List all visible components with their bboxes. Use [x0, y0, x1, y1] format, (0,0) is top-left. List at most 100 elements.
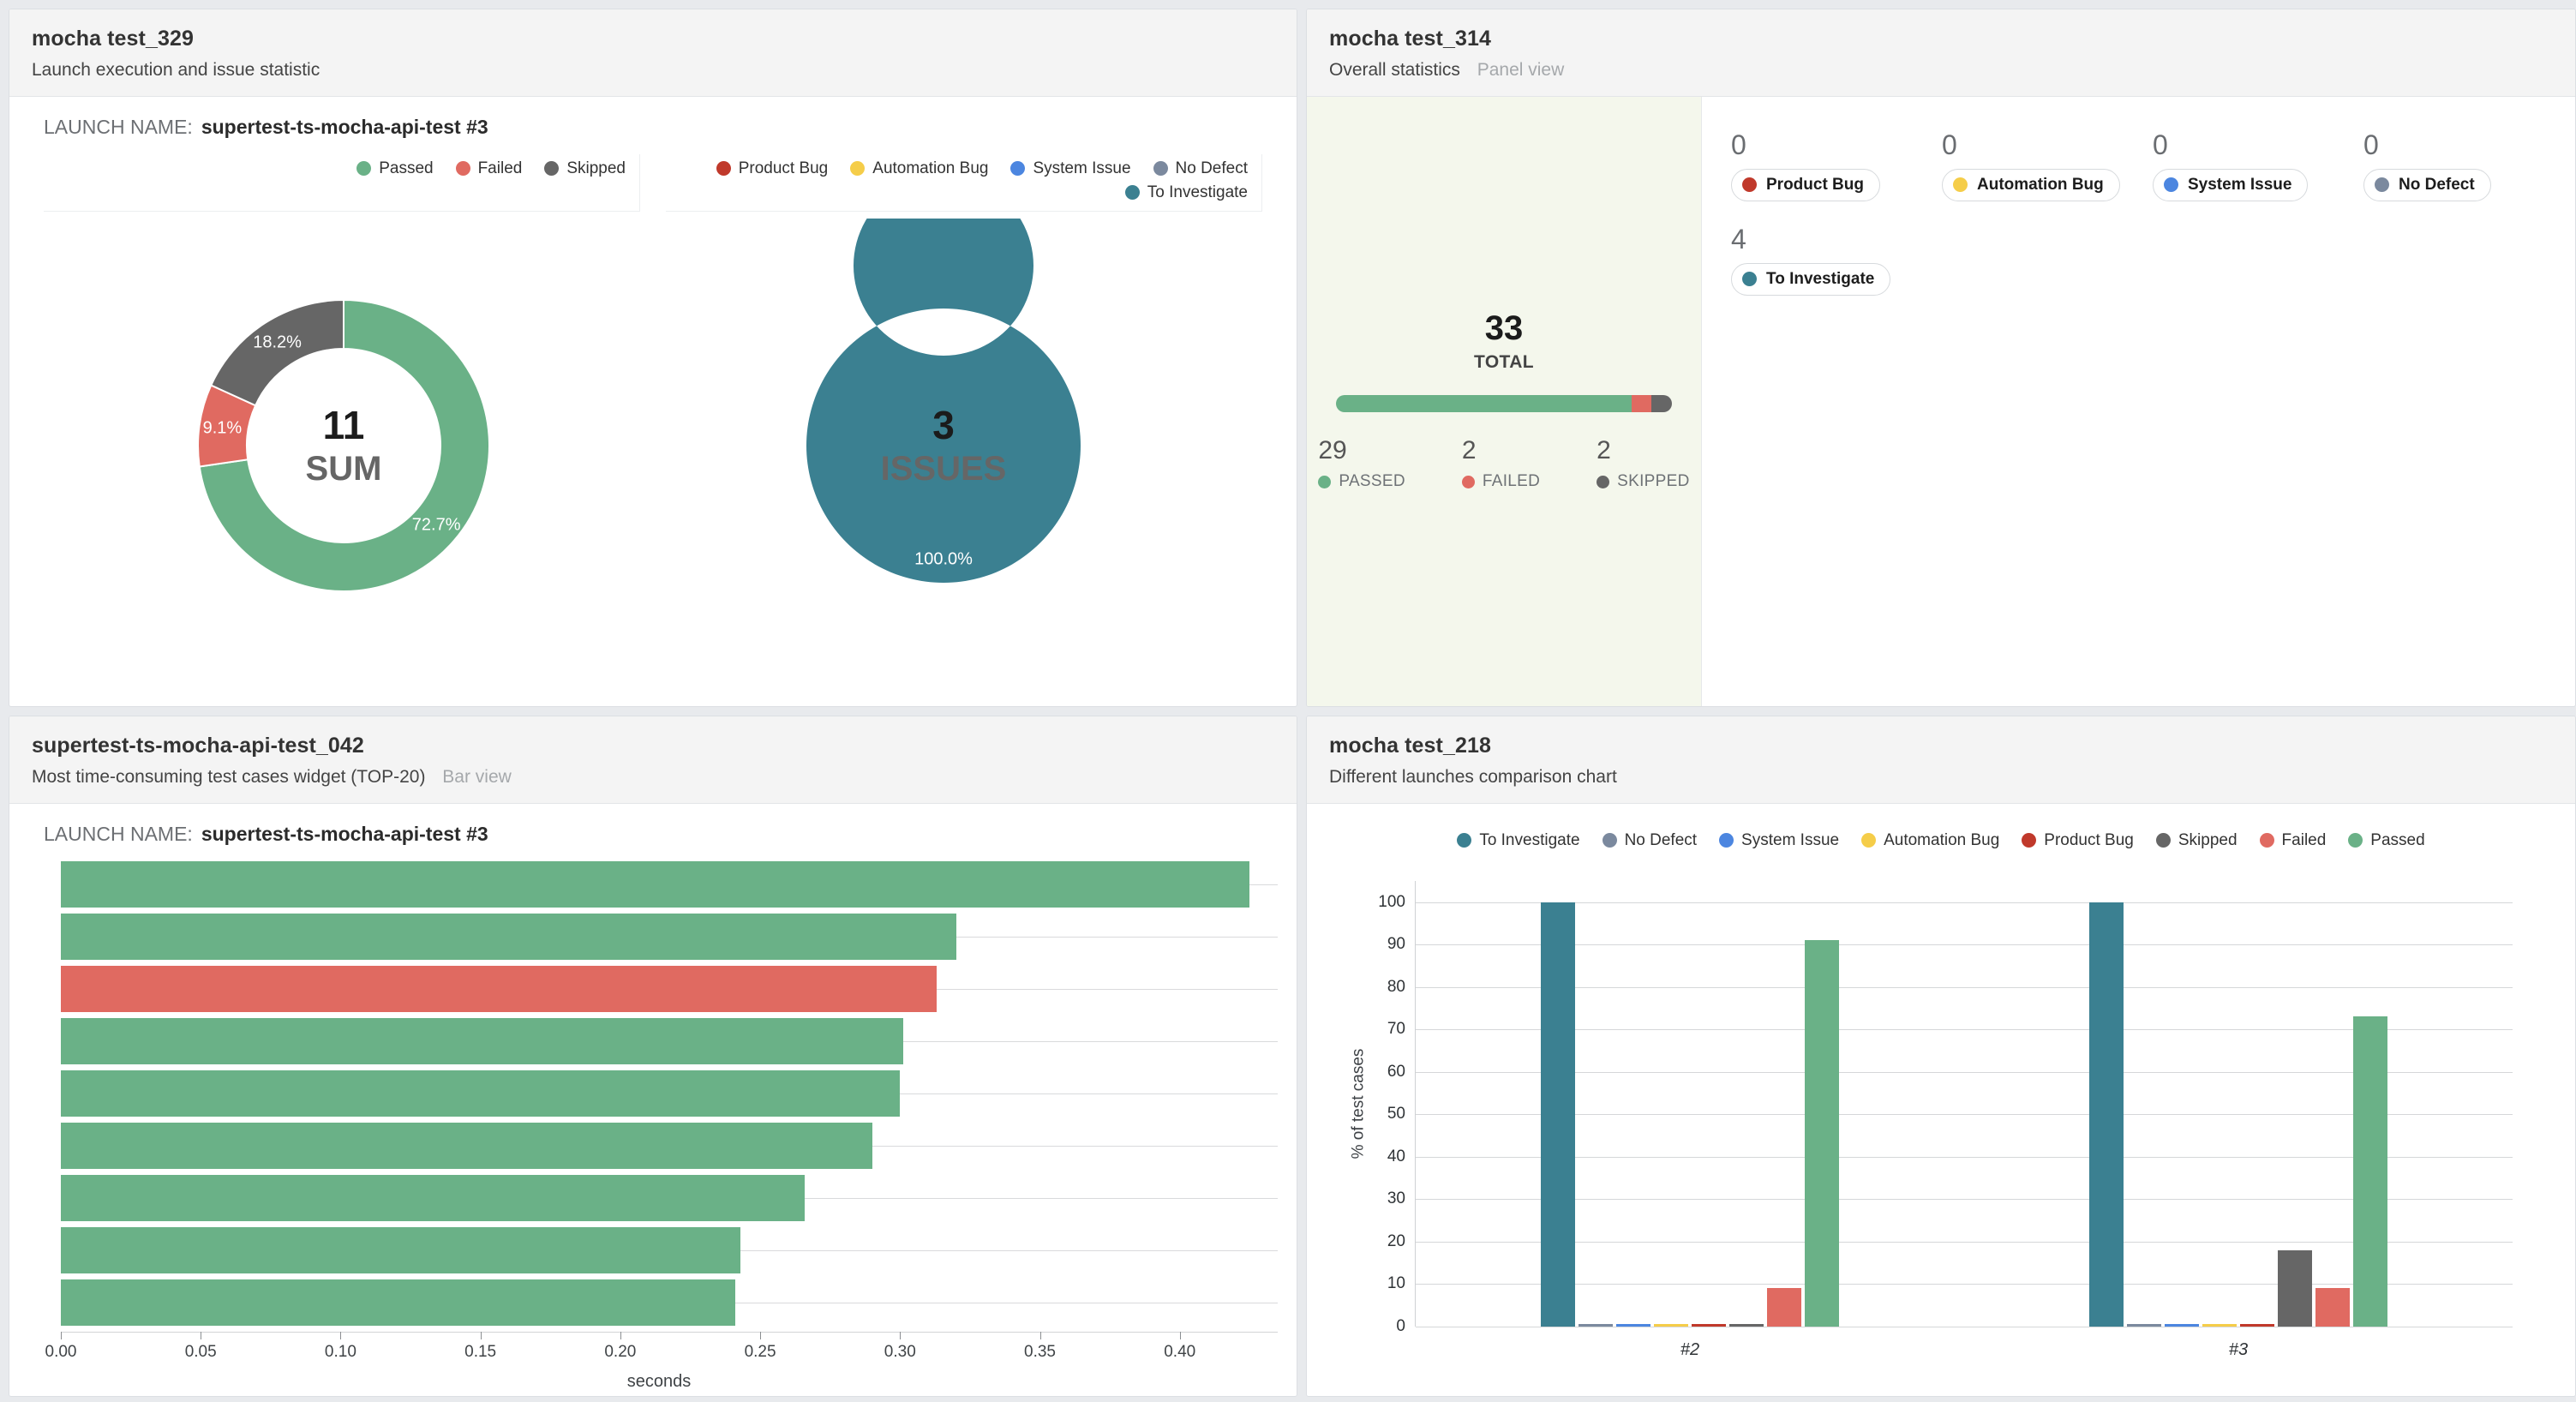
x-axis-tick — [1040, 1332, 1041, 1339]
bar-passed[interactable] — [61, 1070, 900, 1117]
bar-automation-bug[interactable] — [1654, 1324, 1688, 1327]
defect-chip[interactable]: To Investigate — [1731, 263, 1890, 296]
status-label-text: SKIPPED — [1617, 472, 1689, 491]
bar-product-bug[interactable] — [2240, 1324, 2274, 1327]
bar-system-issue[interactable] — [1616, 1324, 1650, 1327]
legend-label: System Issue — [1741, 831, 1839, 850]
launch-name-value[interactable]: supertest-ts-mocha-api-test #3 — [201, 823, 488, 846]
widget-most-time-consuming: supertest-ts-mocha-api-test_042 Most tim… — [9, 716, 1297, 1397]
defect-chip[interactable]: Product Bug — [1731, 169, 1880, 201]
bar-no-defect[interactable] — [1579, 1324, 1613, 1327]
status-count-passed[interactable]: 29PASSED — [1318, 438, 1405, 491]
widget-subtitle: Most time-consuming test cases widget (T… — [32, 767, 1274, 788]
defect-color-dot-icon — [1742, 177, 1757, 192]
legend-color-dot-icon — [544, 161, 559, 176]
progress-segment-failed — [1632, 395, 1652, 412]
donut-slice[interactable] — [211, 300, 344, 405]
x-axis-tick — [481, 1332, 482, 1339]
widget-subtitle: Different launches comparison chart — [1329, 767, 2553, 788]
bar-no-defect[interactable] — [2127, 1324, 2161, 1327]
legend-label: Skipped — [566, 159, 626, 178]
widget-header: supertest-ts-mocha-api-test_042 Most tim… — [9, 716, 1297, 804]
legend-label: Product Bug — [739, 159, 829, 178]
donut-legends: Passed Failed Skipped Product Bug Automatio… — [9, 154, 1297, 212]
donut-slice[interactable] — [806, 219, 1081, 583]
bar-to-investigate[interactable] — [1541, 902, 1575, 1327]
defect-count-value: 0 — [1942, 131, 2113, 159]
bar-row — [61, 1123, 1278, 1169]
legend-item-product-bug[interactable]: Product Bug — [2022, 831, 2134, 850]
execution-donut-chart[interactable]: 11 SUM 72.7%9.1%18.2% — [44, 219, 644, 673]
legend-item-passed[interactable]: Passed — [356, 159, 433, 178]
legend-item-product-bug[interactable]: Product Bug — [716, 159, 829, 178]
legend-label: Product Bug — [2044, 831, 2134, 850]
issues-donut-chart[interactable]: 3 ISSUES 100.0% — [644, 219, 1243, 673]
legend-item-failed[interactable]: Failed — [456, 159, 523, 178]
defect-color-dot-icon — [1742, 272, 1757, 286]
legend-item-no-defect[interactable]: No Defect — [1153, 159, 1248, 178]
legend-item-skipped[interactable]: Skipped — [544, 159, 626, 178]
horizontal-bar-plot — [61, 861, 1278, 1326]
status-count-label: SKIPPED — [1597, 472, 1689, 491]
bar-passed[interactable] — [61, 861, 1249, 908]
status-count-failed[interactable]: 2FAILED — [1462, 438, 1540, 491]
defect-chip[interactable]: Automation Bug — [1942, 169, 2120, 201]
defect-count-value: 0 — [2153, 131, 2324, 159]
legend-item-no-defect[interactable]: No Defect — [1603, 831, 1697, 850]
view-mode-label[interactable]: Panel view — [1477, 60, 1565, 80]
bar-row — [61, 966, 1278, 1012]
legend-item-system-issue[interactable]: System Issue — [1719, 831, 1839, 850]
bar-passed[interactable] — [61, 1123, 872, 1169]
bar-to-investigate[interactable] — [2089, 902, 2124, 1327]
legend-item-automation-bug[interactable]: Automation Bug — [850, 159, 988, 178]
y-axis-tick-label: 20 — [1387, 1232, 1405, 1251]
status-count-skipped[interactable]: 2SKIPPED — [1597, 438, 1689, 491]
bar-passed[interactable] — [61, 1175, 805, 1221]
bar-product-bug[interactable] — [1692, 1324, 1726, 1327]
status-count-list: 29PASSED 2FAILED 2SKIPPED — [1318, 438, 1689, 491]
widget-launches-comparison: mocha test_218 Different launches compar… — [1306, 716, 2576, 1397]
bar-automation-bug[interactable] — [2202, 1324, 2237, 1327]
bar-failed[interactable] — [2315, 1288, 2350, 1327]
bar-passed[interactable] — [61, 1018, 903, 1064]
y-axis-tick-label: 90 — [1387, 935, 1405, 954]
bar-row — [61, 1279, 1278, 1326]
legend-label: Automation Bug — [1884, 831, 1999, 850]
bar-passed[interactable] — [2353, 1016, 2387, 1327]
legend-item-system-issue[interactable]: System Issue — [1010, 159, 1130, 178]
bar-passed[interactable] — [61, 1279, 735, 1326]
bar-row — [61, 1227, 1278, 1273]
legend-item-automation-bug[interactable]: Automation Bug — [1861, 831, 1999, 850]
widget-body: LAUNCH NAME: supertest-ts-mocha-api-test… — [9, 804, 1297, 1396]
legend-label: No Defect — [1176, 159, 1248, 178]
widget-title: supertest-ts-mocha-api-test_042 — [32, 734, 1274, 758]
y-axis-title: % of test cases — [1350, 1048, 1369, 1159]
legend-label: Passed — [2370, 831, 2424, 850]
legend-item-to-investigate[interactable]: To Investigate — [1457, 831, 1579, 850]
launch-name-value[interactable]: supertest-ts-mocha-api-test #3 — [201, 116, 488, 139]
bar-passed[interactable] — [61, 914, 956, 960]
bar-system-issue[interactable] — [2165, 1324, 2199, 1327]
defect-cell-no-defect: 0No Defect — [2363, 131, 2535, 201]
bar-failed[interactable] — [1767, 1288, 1801, 1327]
legend-item-passed[interactable]: Passed — [2348, 831, 2424, 850]
legend-item-to-investigate[interactable]: To Investigate — [1125, 183, 1248, 202]
bar-passed[interactable] — [1805, 940, 1839, 1327]
bar-passed[interactable] — [61, 1227, 740, 1273]
status-count-label: FAILED — [1462, 472, 1540, 491]
y-axis-tick-label: 100 — [1378, 893, 1405, 912]
legend-color-dot-icon — [2022, 833, 2036, 848]
defect-chip[interactable]: System Issue — [2153, 169, 2308, 201]
bar-skipped[interactable] — [1729, 1324, 1764, 1327]
legend-item-skipped[interactable]: Skipped — [2156, 831, 2238, 850]
widget-overall-statistics: mocha test_314 Overall statistics Panel … — [1306, 9, 2576, 707]
bar-skipped[interactable] — [2278, 1250, 2312, 1327]
bar-failed[interactable] — [61, 966, 937, 1012]
status-label-text: PASSED — [1339, 472, 1405, 491]
defect-cell-product-bug: 0Product Bug — [1731, 131, 1902, 201]
x-axis-tick — [61, 1332, 62, 1339]
legend-item-failed[interactable]: Failed — [2260, 831, 2327, 850]
view-mode-label[interactable]: Bar view — [442, 767, 512, 787]
defect-chip[interactable]: No Defect — [2363, 169, 2491, 201]
defect-grid: 0Product Bug 0 Automation Bug 0 System Issue… — [1731, 131, 2576, 296]
